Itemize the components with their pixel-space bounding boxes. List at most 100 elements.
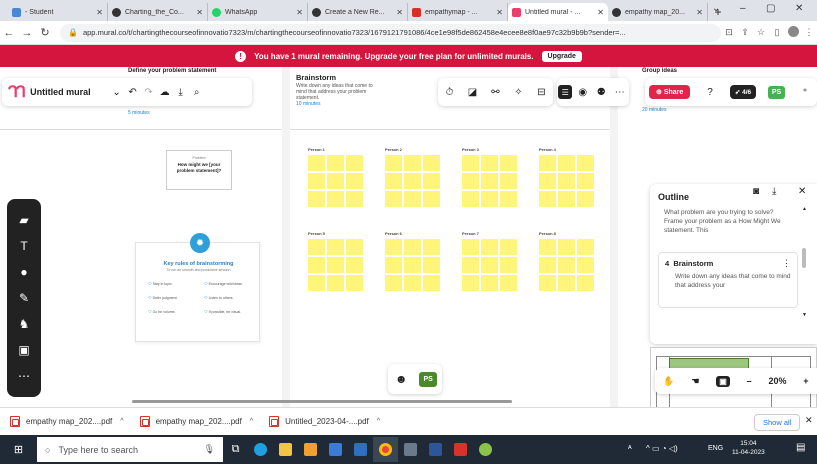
outline-item-brainstorm[interactable]: 4 Brainstorm ⋮ Write down any ideas that… <box>658 252 798 308</box>
browser-tab[interactable]: Charting_the_Co... ✕ <box>108 3 208 21</box>
share-icon[interactable]: ⇪ <box>737 27 753 38</box>
glasses-icon[interactable]: ⚯ <box>488 84 504 100</box>
calculator-icon[interactable] <box>398 437 423 462</box>
sticky-note[interactable] <box>327 155 344 171</box>
close-icon[interactable]: ✕ <box>597 8 604 17</box>
lock-icon[interactable]: ⊟ <box>534 84 550 100</box>
sticky-note[interactable] <box>385 275 402 291</box>
icons-tool-icon[interactable]: ♞ <box>14 317 34 331</box>
sticky-note[interactable] <box>385 239 402 255</box>
sticky-note[interactable] <box>539 239 556 255</box>
sticky-note[interactable] <box>327 191 344 207</box>
word-icon[interactable] <box>423 437 448 462</box>
show-all-button[interactable]: Show all <box>754 414 801 431</box>
chevron-up-icon[interactable]: ^ <box>250 418 253 425</box>
sticky-note[interactable] <box>404 275 421 291</box>
pointer-icon[interactable]: ☚ <box>691 376 699 387</box>
sticky-note[interactable] <box>577 257 594 273</box>
scrollbar-thumb[interactable] <box>802 248 806 268</box>
sticky-note[interactable] <box>577 191 594 207</box>
avatar[interactable]: PS <box>419 371 437 387</box>
notification-icon[interactable]: ▤ <box>796 442 805 453</box>
sticky-note[interactable] <box>423 275 440 291</box>
sticky-note[interactable] <box>558 191 575 207</box>
sticky-note[interactable] <box>308 155 325 171</box>
sticky-note[interactable] <box>558 155 575 171</box>
chevron-up-icon[interactable]: ^ <box>377 418 380 425</box>
browser-tab-active[interactable]: Untitled mural - ... ✕ <box>508 3 608 21</box>
download-item[interactable]: empathy map_202....pdf ^ <box>10 416 124 427</box>
sticky-note[interactable] <box>385 155 402 171</box>
sticky-note[interactable] <box>346 239 363 255</box>
sticky-note[interactable] <box>558 275 575 291</box>
timer-icon[interactable]: ⏱ <box>442 84 458 100</box>
browser-tab[interactable]: - Student ✕ <box>8 3 108 21</box>
avatar[interactable]: PS <box>767 85 786 99</box>
sticky-note[interactable] <box>481 275 498 291</box>
forward-icon[interactable]: → <box>18 27 36 39</box>
scroll-down-icon[interactable]: ▼ <box>802 312 807 318</box>
sticky-note[interactable] <box>558 239 575 255</box>
sticky-note[interactable] <box>577 155 594 171</box>
sticky-note[interactable] <box>558 173 575 189</box>
sticky-note[interactable] <box>539 191 556 207</box>
close-icon[interactable]: ✕ <box>96 8 103 17</box>
sticky-note[interactable] <box>423 191 440 207</box>
chrome-icon[interactable] <box>373 437 398 462</box>
share-button[interactable]: ⊕ Share <box>649 85 691 99</box>
sticky-note[interactable] <box>577 275 594 291</box>
problem-card[interactable]: Problem How might we [your problem state… <box>166 150 232 190</box>
file-explorer-icon[interactable] <box>273 437 298 462</box>
star-icon[interactable]: ☆ <box>753 27 769 38</box>
browser-tab[interactable]: empathy map_20... ✕ <box>608 3 708 21</box>
task-view-icon[interactable]: ⧉ <box>223 437 248 462</box>
sticky-note[interactable] <box>481 191 498 207</box>
search-icon[interactable]: ⌕ <box>189 84 205 100</box>
download-item[interactable]: Untitled_2023-04-....pdf ^ <box>269 416 380 427</box>
sticky-note[interactable] <box>500 155 517 171</box>
scroll-up-icon[interactable]: ▲ <box>802 206 807 212</box>
brainstorm-rules-card[interactable]: ✹ Key rules of brainstorming To run an s… <box>135 233 260 342</box>
user-icon[interactable]: ⚉ <box>593 84 609 100</box>
sticky-note[interactable] <box>462 191 479 207</box>
sticky-note[interactable] <box>346 257 363 273</box>
outline-item[interactable]: What problem are you trying to solve? Fr… <box>658 202 798 242</box>
sidebar-icon[interactable]: ▯ <box>769 27 785 38</box>
profile-avatar[interactable] <box>785 26 801 39</box>
chevron-down-icon[interactable]: ⌄ <box>109 84 125 100</box>
close-icon[interactable]: ✕ <box>798 186 806 197</box>
sticky-note[interactable] <box>462 155 479 171</box>
people-icon[interactable]: ᴬ <box>628 444 632 453</box>
close-icon[interactable]: ✕ <box>805 415 813 426</box>
sticky-note[interactable] <box>423 173 440 189</box>
sticky-note[interactable] <box>346 191 363 207</box>
image-tool-icon[interactable]: ▣ <box>14 343 34 357</box>
close-icon[interactable]: ✕ <box>496 8 503 17</box>
download-icon[interactable]: ⤓ <box>772 186 776 197</box>
sticky-note[interactable] <box>385 191 402 207</box>
sticky-note[interactable] <box>481 173 498 189</box>
sticky-note[interactable] <box>404 155 421 171</box>
sticky-note[interactable] <box>500 173 517 189</box>
sticky-note[interactable] <box>308 191 325 207</box>
sticky-note[interactable] <box>577 239 594 255</box>
sticky-note[interactable] <box>539 257 556 273</box>
download-item[interactable]: empathy map_202....pdf ^ <box>139 416 253 427</box>
zoom-in-button[interactable]: + <box>803 376 808 386</box>
install-icon[interactable]: ⊡ <box>721 27 737 38</box>
sticky-note[interactable] <box>327 173 344 189</box>
sticky-note[interactable] <box>346 155 363 171</box>
browser-tab[interactable]: Create a New Re... ✕ <box>308 3 408 21</box>
sticky-note[interactable] <box>500 257 517 273</box>
sticky-note[interactable] <box>481 155 498 171</box>
zoom-out-button[interactable]: – <box>747 376 752 386</box>
reload-icon[interactable]: ↻ <box>36 26 54 39</box>
sticky-note[interactable] <box>577 173 594 189</box>
sticky-note[interactable] <box>500 191 517 207</box>
sticky-note[interactable] <box>327 257 344 273</box>
sticky-note[interactable] <box>404 173 421 189</box>
hand-tool-icon[interactable]: ✋ <box>663 376 674 387</box>
add-user-icon[interactable]: ⁺ <box>797 84 813 100</box>
sticky-note[interactable] <box>404 239 421 255</box>
acrobat-icon[interactable] <box>448 437 473 462</box>
